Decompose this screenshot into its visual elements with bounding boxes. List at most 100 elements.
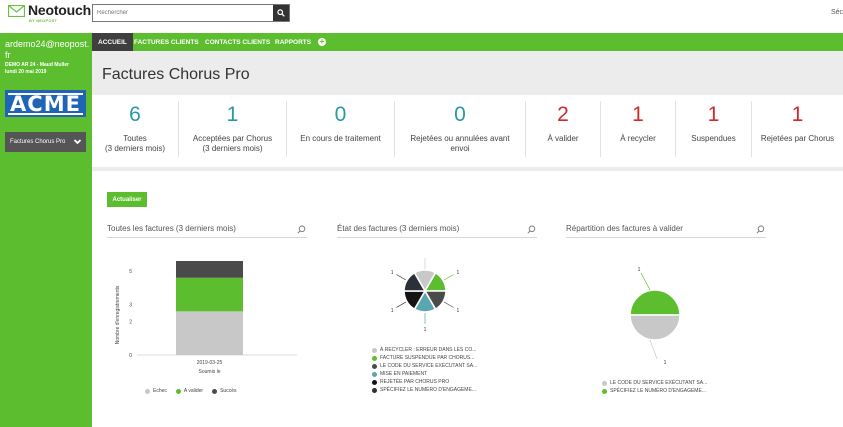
tab-factures-clients[interactable]: FACTURES CLIENTS xyxy=(134,33,199,51)
stat-value: 0 xyxy=(454,103,466,126)
stat-value: 0 xyxy=(334,103,347,126)
stat-label-main: Toutes xyxy=(123,134,147,143)
legend-label: FACTURE SUSPENDUE PAR CHORUS... xyxy=(380,355,475,361)
legend-item[interactable]: SPÉCIFIEZ LE NUMÉRO D'ENGAGEME... xyxy=(602,387,707,395)
stats-row: 6 Toutes (3 derniers mois) 1 Acceptées pa… xyxy=(92,95,843,171)
stat-label-main: Acceptées par Chorus xyxy=(192,134,273,143)
legend-swatch xyxy=(372,347,377,353)
legend-item[interactable]: FACTURE SUSPENDUE PAR CHORUS... xyxy=(372,354,477,362)
stat-label-main: En cours de traitement xyxy=(300,134,381,143)
tab-rapports-label: RAPPORTS xyxy=(275,38,312,46)
add-tab-button[interactable]: + xyxy=(318,38,326,46)
pie-data-label: 1 xyxy=(638,267,641,273)
search-input[interactable] xyxy=(93,5,273,21)
y-tick-label: 2 xyxy=(129,319,132,325)
stat-value: 1 xyxy=(791,103,804,126)
legend-label: MISE EN PAIEMENT xyxy=(380,371,428,377)
stat-rejetees-chorus[interactable]: 1 Rejetées par Chorus xyxy=(752,95,843,167)
legend-item[interactable]: LE CODE DU SERVICE EXÉCUTANT SA... xyxy=(372,362,477,370)
stat-label: Toutes (3 derniers mois) xyxy=(92,134,178,154)
legend-item-succes[interactable]: Succès xyxy=(212,388,237,394)
neotouch-logo[interactable]: Neotouch BY NEOPOST xyxy=(4,2,91,30)
bar-segment xyxy=(176,277,243,312)
stat-acceptees[interactable]: 1 Acceptées par Chorus (3 derniers mois) xyxy=(179,95,286,167)
stat-label: À recycler xyxy=(601,134,675,144)
pie-chart-etat: 111111 xyxy=(391,258,460,333)
top-right-label[interactable]: Séc xyxy=(831,9,843,16)
legend-swatch xyxy=(372,387,377,393)
x-tick-label: 2019-03-25 xyxy=(197,360,223,366)
pie-etat-legend: À RECYCLER : ERREUR DANS LES CO... FACTU… xyxy=(372,346,477,394)
leader-line xyxy=(443,274,454,281)
leader-line xyxy=(443,301,454,308)
legend-swatch xyxy=(372,363,377,369)
legend-item[interactable]: LE CODE DU SERVICE EXÉCUTANT SA... xyxy=(602,379,707,387)
panel-title-etat: État des factures (3 derniers mois) xyxy=(337,224,460,233)
panel-divider xyxy=(566,237,766,238)
stacked-bar-chart: Nombre d'enregistrements 0 2 3 5 2019-03-25… xyxy=(115,261,297,375)
legend-swatch xyxy=(372,371,377,377)
stat-rejetees-avant-envoi[interactable]: 0 Rejetées ou annulées avant envoi xyxy=(395,95,525,167)
legend-swatch xyxy=(145,388,150,394)
panel-title-repartition: Répartition des factures à valider xyxy=(566,224,683,233)
legend-item[interactable]: À RECYCLER : ERREUR DANS LES CO... xyxy=(372,346,477,354)
leader-line xyxy=(640,272,651,291)
legend-label: À RECYCLER : ERREUR DANS LES CO... xyxy=(380,347,477,353)
page-header: Factures Chorus Pro xyxy=(92,51,843,95)
stat-a-recycler[interactable]: 1 À recycler xyxy=(601,95,675,167)
pie-data-label: 1 xyxy=(457,270,460,276)
stat-value: 6 xyxy=(129,103,141,126)
y-tick-label: 3 xyxy=(129,303,132,309)
stat-value: 1 xyxy=(632,103,644,126)
stat-label-main: Rejetées ou annulées avant xyxy=(410,134,510,143)
tab-accueil-label: ACCUEIL xyxy=(98,38,127,46)
user-date: lundi 20 mai 2019 xyxy=(5,69,47,75)
y-axis-ticks: 0 2 3 5 xyxy=(129,269,132,359)
y-axis-label: Nombre d'enregistrements xyxy=(115,285,121,344)
legend-swatch xyxy=(602,388,607,394)
bar-segment xyxy=(176,261,243,278)
search-icon[interactable] xyxy=(297,225,306,234)
legend-item[interactable]: SPÉCIFIEZ LE NUMÉRO D'ENGAGEME... xyxy=(372,386,477,394)
panel-divider xyxy=(337,237,537,238)
legend-label: Succès xyxy=(220,388,237,394)
legend-label: SPÉCIFIEZ LE NUMÉRO D'ENGAGEME... xyxy=(380,387,476,393)
legend-label: A valider xyxy=(183,388,204,394)
tab-contacts-clients[interactable]: CONTACTS CLIENTS xyxy=(205,33,270,51)
leader-line xyxy=(649,339,658,360)
pie-data-label: 1 xyxy=(391,308,394,314)
legend-swatch xyxy=(212,388,218,394)
stat-a-valider[interactable]: 2 À valider xyxy=(526,95,600,167)
stat-label: En cours de traitement xyxy=(287,134,394,144)
tab-accueil[interactable]: ACCUEIL xyxy=(92,33,133,51)
legend-item-a-valider[interactable]: A valider xyxy=(175,388,204,394)
search-icon xyxy=(277,9,285,17)
main-nav: ACCUEIL FACTURES CLIENTS CONTACTS CLIENT… xyxy=(92,33,843,51)
panel-title-toutes: Toutes les factures (3 derniers mois) xyxy=(107,224,236,233)
top-bar: Neotouch BY NEOPOST Séc xyxy=(0,0,843,33)
search-icon[interactable] xyxy=(527,225,536,234)
legend-swatch xyxy=(372,379,377,385)
stat-value: 1 xyxy=(226,103,239,126)
legend-label: LE CODE DU SERVICE EXÉCUTANT SA... xyxy=(610,380,708,386)
search-icon[interactable] xyxy=(756,225,765,234)
search-button[interactable] xyxy=(273,5,289,21)
tab-contacts-clients-label: CONTACTS CLIENTS xyxy=(205,38,271,46)
search-box xyxy=(92,4,290,22)
context-select[interactable]: Factures Chorus Pro xyxy=(5,132,86,152)
refresh-button[interactable]: Actualiser xyxy=(107,192,147,207)
legend-swatch xyxy=(602,380,607,386)
pie-repartition-legend: LE CODE DU SERVICE EXÉCUTANT SA... SPÉCI… xyxy=(602,379,707,395)
stat-value: 1 xyxy=(707,103,720,126)
tab-rapports[interactable]: RAPPORTS xyxy=(275,33,311,51)
y-tick-label: 0 xyxy=(129,353,132,359)
legend-item[interactable]: MISE EN PAIEMENT xyxy=(372,370,477,378)
stat-suspendues[interactable]: 1 Suspendues xyxy=(676,95,751,167)
legend-item-echec[interactable]: Echec xyxy=(145,388,167,394)
stat-toutes[interactable]: 6 Toutes (3 derniers mois) xyxy=(92,95,178,167)
stat-en-cours[interactable]: 0 En cours de traitement xyxy=(287,95,394,167)
pie-data-label: 1 xyxy=(664,360,667,366)
envelope-icon xyxy=(8,5,25,17)
stat-label-sub: envoi xyxy=(450,144,470,153)
legend-item[interactable]: REJETÉE PAR CHORUS PRO xyxy=(372,378,477,386)
